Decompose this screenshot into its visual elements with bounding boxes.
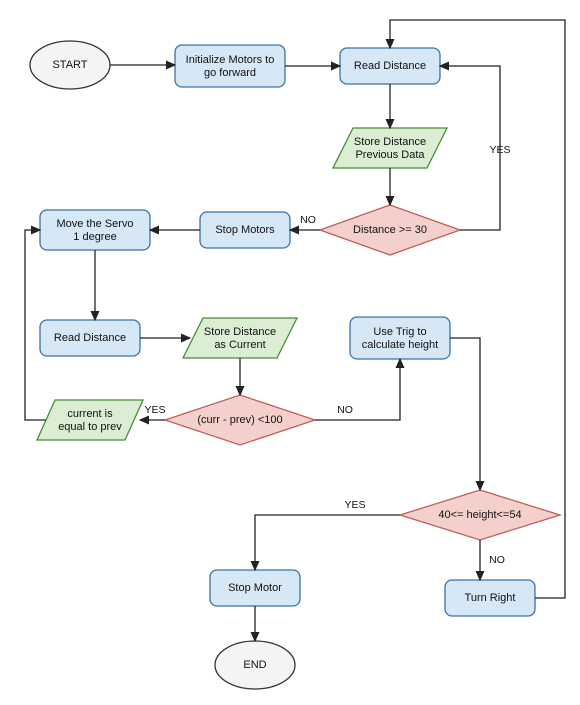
- move-servo-label-2: 1 degree: [73, 231, 116, 243]
- use-trig-label-1: Use Trig to: [373, 326, 426, 338]
- start-label: START: [52, 59, 87, 71]
- move-servo-label-1: Move the Servo: [56, 218, 133, 230]
- store-curr-label-1: Store Distance: [204, 326, 276, 338]
- store-prev-label-2: Previous Data: [355, 149, 425, 161]
- init-motors-label-1: Initialize Motors to: [186, 54, 275, 66]
- dec-height-label: 40<= height<=54: [438, 509, 521, 521]
- store-prev-label-1: Store Distance: [354, 136, 426, 148]
- edge-decheight-no-label: NO: [489, 554, 505, 566]
- stop-motors-1-label: Stop Motors: [215, 224, 275, 236]
- turn-right-label: Turn Right: [465, 592, 516, 604]
- edge-decheight-yes: [255, 515, 400, 570]
- curr-eq-prev-label-1: current is: [67, 408, 113, 420]
- dec-dist30-label: Distance >= 30: [353, 224, 427, 236]
- dec-diff100-label: (curr - prev) <100: [197, 414, 282, 426]
- flowchart-canvas: START Initialize Motors to go forward Re…: [0, 0, 580, 705]
- edge-trig-decheight: [450, 338, 480, 490]
- stop-motor-2-label: Stop Motor: [228, 582, 282, 594]
- end-label: END: [243, 659, 266, 671]
- read-distance-1-label: Read Distance: [354, 60, 426, 72]
- curr-eq-prev-label-2: equal to prev: [58, 421, 122, 433]
- edge-dec100-no: [315, 359, 400, 420]
- store-curr-label-2: as Current: [214, 339, 265, 351]
- edge-dec100-no-label: NO: [337, 404, 353, 416]
- use-trig-label-2: calculate height: [362, 339, 438, 351]
- edge-decheight-yes-label: YES: [344, 499, 365, 511]
- edge-dec30-no-label: NO: [300, 214, 316, 226]
- init-motors-label-2: go forward: [204, 67, 256, 79]
- edge-dec30-yes-label: YES: [489, 144, 510, 156]
- edge-dec100-yes-label: YES: [144, 404, 165, 416]
- read-distance-2-label: Read Distance: [54, 332, 126, 344]
